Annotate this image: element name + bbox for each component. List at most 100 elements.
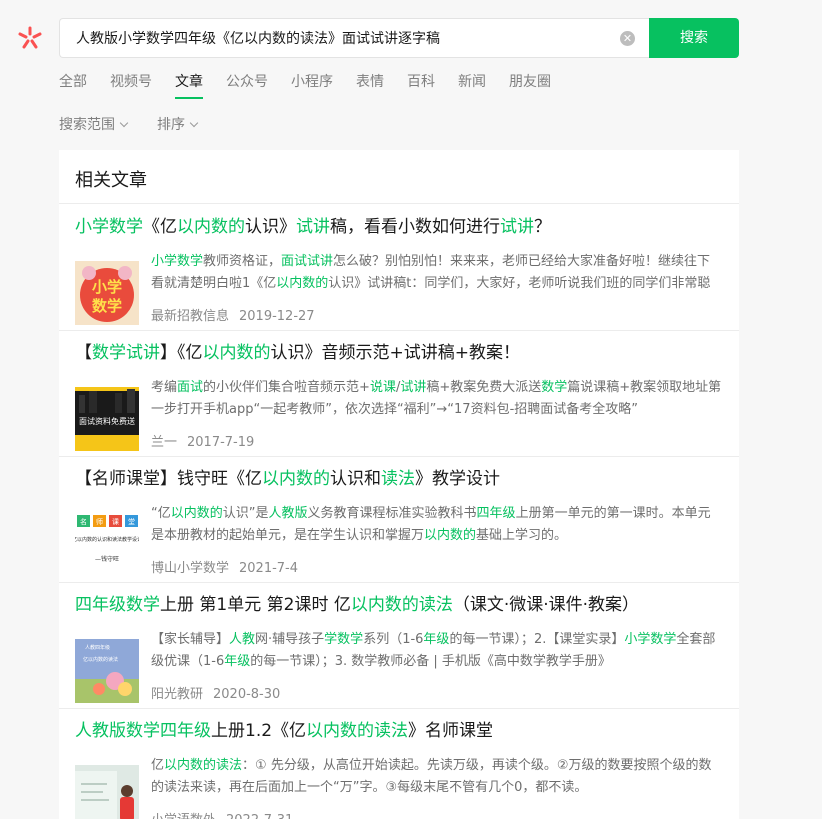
svg-text:—钱守旺: —钱守旺 <box>95 555 119 563</box>
article-title-link[interactable]: 【数学试讲】《亿以内数的认识》音频示范+试讲稿+教案！ <box>75 340 723 366</box>
highlight-term: 以内数的读法 <box>350 595 453 615</box>
text-run: 考编 <box>151 380 178 395</box>
svg-text:课: 课 <box>112 517 119 526</box>
account-name[interactable]: 阳光教研 <box>151 687 203 702</box>
article-thumbnail[interactable]: 面试资料免费送 <box>75 387 139 451</box>
text-run: 的每一节课）；3. 数学教师必备 | 手机版《高中数学教学手册》 <box>250 654 611 669</box>
text-run: 教师资格证， <box>203 254 282 269</box>
account-name[interactable]: 最新招教信息 <box>151 309 229 324</box>
article-summary: 小学数学教师资格证，面试试讲怎么破？别怕别怕！来来来，老师已经给大家准备好啦！继… <box>151 251 723 295</box>
article-item[interactable]: 【名师课堂】钱守旺《亿以内数的认识和读法》教学设计名师课堂亿以内数的认识和读法教… <box>75 466 723 586</box>
article-title-link[interactable]: 四年级数学上册 第1单元 第2课时 亿以内数的读法（课文·微课·课件·教案） <box>75 592 723 618</box>
highlight-term: 人教 <box>229 632 256 647</box>
text-run: 】《亿 <box>160 343 203 363</box>
publish-date: 2022-7-31 <box>226 813 293 819</box>
text-run: 【家长辅导】 <box>151 632 230 647</box>
account-name[interactable]: 兰一 <box>151 435 177 450</box>
account-name[interactable]: 博山小学数学 <box>151 561 229 576</box>
filter-dropdown-1[interactable]: 排序 <box>157 114 199 134</box>
highlight-term: 说课 <box>369 380 396 395</box>
svg-text:面试资料免费送: 面试资料免费送 <box>79 416 135 426</box>
highlight-term: 读法 <box>381 469 415 489</box>
article-item[interactable]: 四年级数学上册 第1单元 第2课时 亿以内数的读法（课文·微课·课件·教案） 人教… <box>75 592 723 712</box>
article-title-link[interactable]: 人教版数学四年级上册1.2《亿以内数的读法》名师课堂 <box>75 718 723 744</box>
article-item[interactable]: 【数学试讲】《亿以内数的认识》音频示范+试讲稿+教案！ 面试资料免费送 考编面试的小… <box>75 340 723 460</box>
tab-6[interactable]: 百科 <box>407 72 435 98</box>
highlight-term: 试讲 <box>296 217 330 237</box>
chevron-down-icon <box>119 118 129 128</box>
article-title-link[interactable]: 小学数学《亿以内数的认识》试讲稿，看看小数如何进行试讲？ <box>75 214 723 240</box>
article-item[interactable]: 人教版数学四年级上册1.2《亿以内数的读法》名师课堂亿以内数的读法：① 先分级，… <box>75 718 723 819</box>
tab-0[interactable]: 全部 <box>59 72 87 98</box>
publish-date: 2019-12-27 <box>239 309 315 324</box>
text-run: 网·辅导孩子 <box>255 632 325 647</box>
text-run: ？ <box>534 217 551 237</box>
tab-5[interactable]: 表情 <box>356 72 384 98</box>
tab-7[interactable]: 新闻 <box>458 72 486 98</box>
search-input[interactable] <box>60 19 600 57</box>
text-run: 上册 第1单元 第2课时 亿 <box>160 595 351 615</box>
filter-dropdown-0[interactable]: 搜索范围 <box>59 114 129 134</box>
text-run: 【名师课堂】钱守旺《亿 <box>75 469 262 489</box>
article-meta: 小学语数外 2022-7-31 <box>151 809 293 819</box>
tab-2[interactable]: 文章 <box>175 72 203 99</box>
text-run: 上册1.2《亿 <box>211 721 307 741</box>
article-thumbnail[interactable]: 小学 数学 <box>75 261 139 325</box>
account-name[interactable]: 小学语数外 <box>151 813 216 819</box>
clear-icon[interactable]: ✕ <box>620 31 635 46</box>
category-tabs: 全部 视频号 文章 公众号 小程序 表情 百科 新闻 朋友圈 <box>59 72 574 99</box>
svg-text:名: 名 <box>80 517 87 526</box>
text-run: 认识》 <box>245 217 296 237</box>
article-thumbnail[interactable]: 人教四年级 亿以内数的读法 <box>75 639 139 703</box>
highlight-term: 小学数学 <box>151 254 204 269</box>
highlight-term: 小学数学 <box>624 632 677 647</box>
chevron-down-icon <box>189 118 199 128</box>
svg-text:亿以内数的认识和读法教学设计: 亿以内数的认识和读法教学设计 <box>75 536 139 543</box>
wechat-search-logo-icon[interactable] <box>16 24 44 52</box>
section-title: 相关文章 <box>75 170 147 191</box>
article-title-link[interactable]: 【名师课堂】钱守旺《亿以内数的认识和读法》教学设计 <box>75 466 723 492</box>
search-box: ✕ <box>59 18 649 58</box>
text-run: 基础上学习的。 <box>476 528 568 543</box>
text-run: 《亿 <box>143 217 177 237</box>
divider <box>59 330 739 331</box>
highlight-term: 四年级数学 <box>75 595 160 615</box>
article-thumbnail[interactable] <box>75 765 139 819</box>
tab-3[interactable]: 公众号 <box>226 72 268 98</box>
divider <box>59 582 739 583</box>
highlight-term: 面试 <box>177 380 204 395</box>
article-thumbnail[interactable]: 名师课堂亿以内数的认识和读法教学设计 —钱守旺 <box>75 513 139 577</box>
highlight-term: 年级 <box>423 632 450 647</box>
article-meta: 博山小学数学 2021-7-4 <box>151 557 298 576</box>
text-run: （课文·微课·课件·教案） <box>452 595 640 615</box>
highlight-term: 以内数的读法 <box>306 721 409 741</box>
highlight-term: 以内数的 <box>424 528 477 543</box>
highlight-term: 小学数学 <box>75 217 143 237</box>
tab-4[interactable]: 小程序 <box>291 72 333 98</box>
article-summary: 考编面试的小伙伴们集合啦音频示范+说课/试讲稿+教案免费大派送数学篇说课稿+教案… <box>151 377 723 421</box>
filter-bar: 搜索范围 排序 <box>59 114 227 134</box>
highlight-term: 以内数的 <box>262 469 330 489</box>
text-run: 的每一节课）；2.【课堂实录】 <box>449 632 625 647</box>
svg-text:堂: 堂 <box>128 517 135 526</box>
text-run: 稿+教案免费大派送 <box>426 380 542 395</box>
text-run: 》教学设计 <box>415 469 500 489</box>
article-summary: 亿以内数的读法：① 先分级，从高位开始读起。先读万级，再读个级。②万级的数要按照… <box>151 755 723 799</box>
highlight-term: 试讲 <box>400 380 427 395</box>
svg-text:小学: 小学 <box>92 278 122 296</box>
article-summary: “亿以内数的认识”是人教版义务教育课程标准实验教科书四年级上册第一单元的第一课时… <box>151 503 723 547</box>
highlight-term: 以内数的 <box>177 217 245 237</box>
search-button[interactable]: 搜索 <box>649 18 739 58</box>
article-meta: 最新招教信息 2019-12-27 <box>151 305 315 324</box>
highlight-term: 学数学 <box>324 632 364 647</box>
article-item[interactable]: 小学数学《亿以内数的认识》试讲稿，看看小数如何进行试讲？ 小学 数学 小学数学教师资格… <box>75 214 723 334</box>
filter-label: 搜索范围 <box>59 117 115 133</box>
highlight-term: 数学 <box>541 380 568 395</box>
highlight-term: 面试试讲 <box>281 254 334 269</box>
tab-8[interactable]: 朋友圈 <box>509 72 551 98</box>
tab-1[interactable]: 视频号 <box>110 72 152 98</box>
highlight-term: 以内数的读法 <box>164 758 243 773</box>
text-run: 义务教育课程标准实验教科书 <box>307 506 477 521</box>
article-meta: 阳光教研 2020-8-30 <box>151 683 280 702</box>
filter-label: 排序 <box>157 117 185 133</box>
